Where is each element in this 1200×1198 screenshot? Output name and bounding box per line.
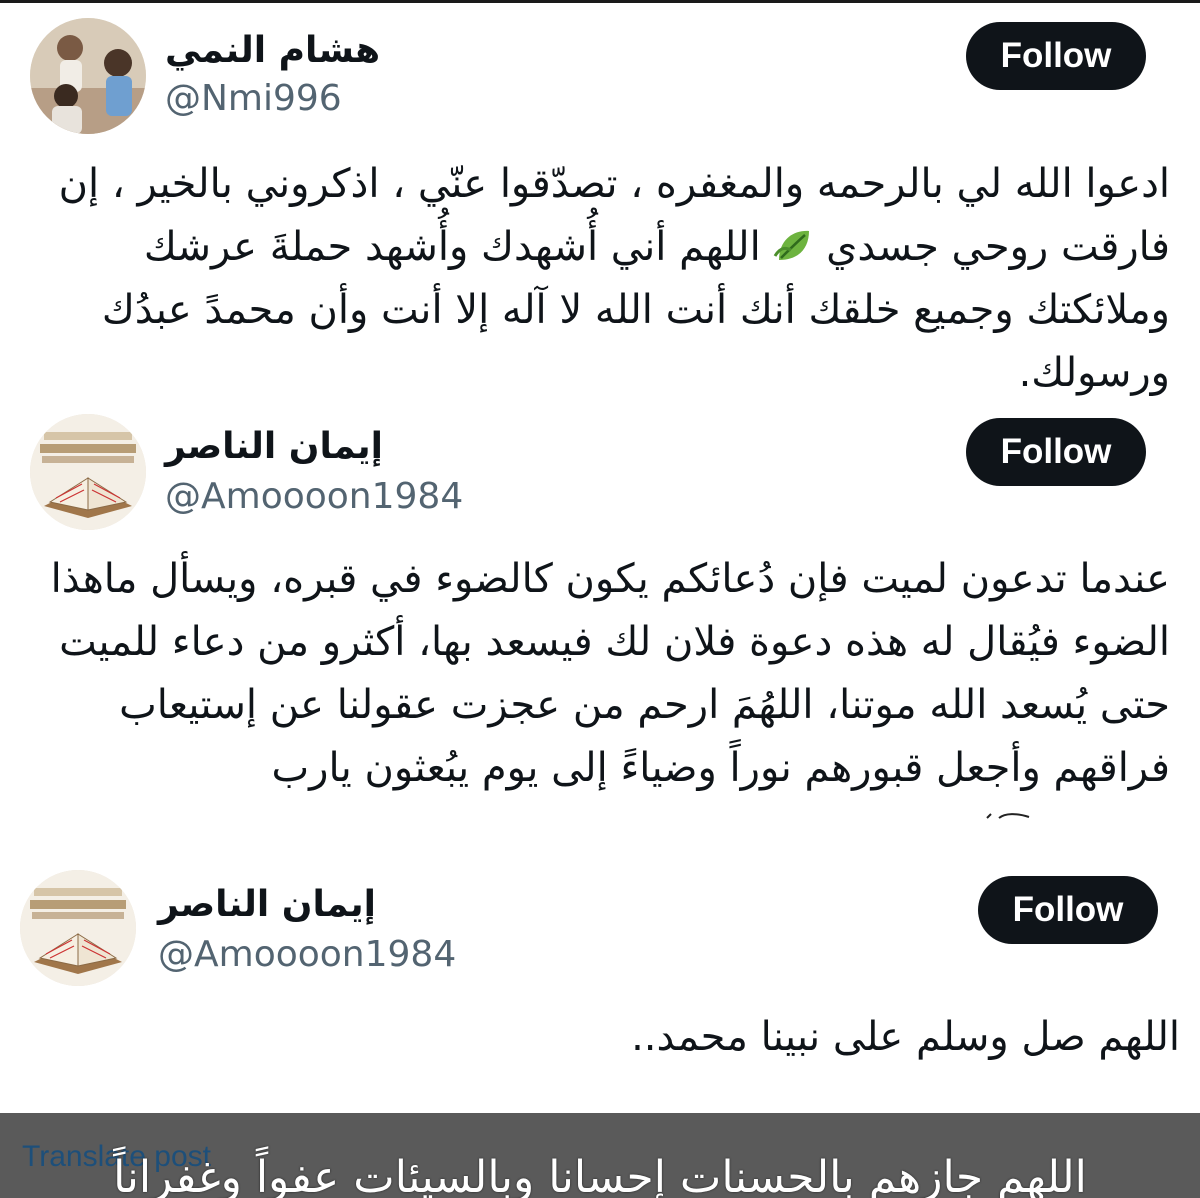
follow-button[interactable]: Follow: [966, 22, 1146, 90]
avatar[interactable]: [30, 18, 146, 134]
quran-avatar-icon: [30, 414, 146, 530]
user-handle[interactable]: @Amoooon1984: [165, 476, 463, 517]
overlay-caption: اللهم جازهم بالحسنات إحسانا وبالسيئات عف…: [113, 1152, 1087, 1198]
post-2: إيمان الناصر @Amoooon1984 Follow عندما ت…: [0, 400, 1200, 830]
follow-button[interactable]: Follow: [978, 876, 1158, 944]
avatar[interactable]: [30, 414, 146, 530]
display-name[interactable]: إيمان الناصر: [158, 884, 376, 925]
avatar-photo-icon: [30, 18, 146, 134]
post-text: ادعوا الله لي بالرحمه والمغفره ، تصدّقوا…: [20, 153, 1170, 405]
avatar[interactable]: [20, 870, 136, 986]
post-header: إيمان الناصر @Amoooon1984 Follow: [0, 860, 1200, 986]
user-handle[interactable]: @Nmi996: [165, 78, 342, 119]
follow-button[interactable]: Follow: [966, 418, 1146, 486]
post-header: هشام النمي @Nmi996 Follow: [0, 0, 1200, 134]
user-handle[interactable]: @Amoooon1984: [158, 934, 456, 975]
post-1: هشام النمي @Nmi996 Follow ادعوا الله لي …: [0, 0, 1200, 400]
display-name[interactable]: هشام النمي: [165, 30, 380, 71]
display-name[interactable]: إيمان الناصر: [165, 426, 383, 467]
post-3: إيمان الناصر @Amoooon1984 Follow اللهم ص…: [0, 860, 1200, 1110]
quran-avatar-icon: [20, 870, 136, 986]
leaf-emoji-icon: [774, 230, 810, 260]
post-text: اللهم صل وسلم على نبينا محمد..: [631, 1014, 1180, 1060]
post-header: إيمان الناصر @Amoooon1984 Follow: [0, 400, 1200, 530]
scroll-artifact-icon: [986, 813, 1030, 819]
post-text: عندما تدعون لميت فإن دُعائكم يكون كالضوء…: [50, 556, 1170, 791]
